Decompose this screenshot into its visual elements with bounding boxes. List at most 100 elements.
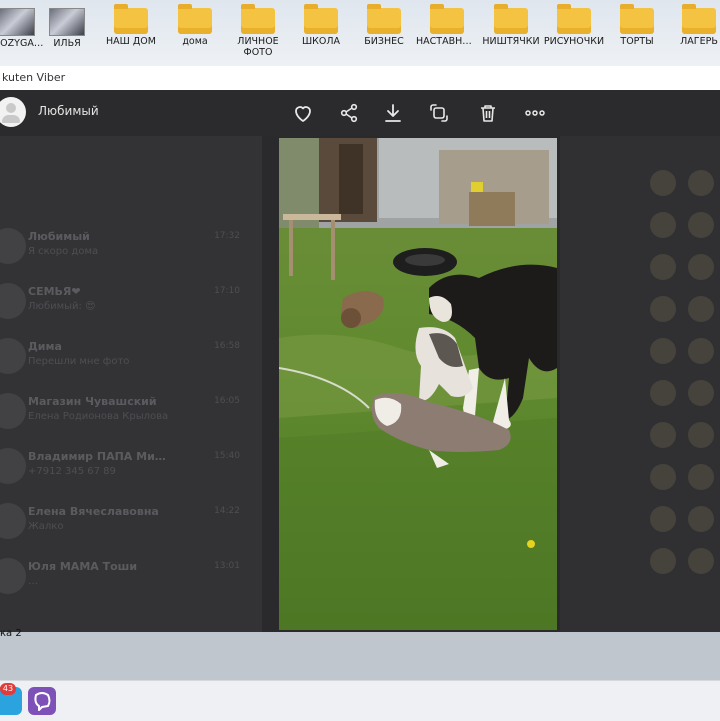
folder-icon xyxy=(304,4,338,34)
chat-list-item[interactable]: СЕМЬЯ❤ Любимый: 😍 17:10 xyxy=(0,277,250,329)
chat-name: Владимир ПАПА Ми… xyxy=(28,450,166,463)
chat-time: 16:05 xyxy=(214,396,240,406)
chat-list-item[interactable]: Юля МАМА Тоши … 13:01 xyxy=(0,552,250,604)
emoji-icon xyxy=(688,380,714,406)
emoji-icon xyxy=(688,254,714,280)
emoji-icon xyxy=(650,338,676,364)
more-button[interactable] xyxy=(523,101,547,125)
chat-list: Любимый Я скоро дома 17:32 СЕМЬЯ❤ Любимы… xyxy=(0,134,262,632)
avatar xyxy=(0,503,26,539)
chat-list-item[interactable]: Любимый Я скоро дома 17:32 xyxy=(0,222,250,274)
desktop-icon-label: РИСУНОЧКИ xyxy=(543,36,605,47)
folder-icon xyxy=(430,4,464,34)
emoji-icon xyxy=(688,338,714,364)
desktop-icon-label: ЛАГЕРЬ xyxy=(680,36,718,47)
folder-icon xyxy=(494,4,528,34)
window-titlebar[interactable]: kuten Viber xyxy=(0,66,720,91)
desktop-partial-label: ка 2 xyxy=(0,628,22,639)
emoji-icon xyxy=(650,548,676,574)
media-photo[interactable] xyxy=(279,138,557,630)
like-button[interactable] xyxy=(291,101,315,125)
desktop-folder-risunochki[interactable]: РИСУНОЧКИ xyxy=(543,4,605,62)
emoji-icon xyxy=(688,464,714,490)
contact-name: Любимый xyxy=(38,104,99,118)
chat-preview: +7912 345 67 89 xyxy=(28,466,116,477)
chat-name: Елена Вячеславовна xyxy=(28,505,159,518)
folder-icon xyxy=(114,4,148,34)
desktop-folder-nash-dom[interactable]: НАШ ДОМ xyxy=(100,4,162,62)
desktop-icon-label: НИШТЯЧКИ xyxy=(482,36,540,47)
desktop-wallpaper xyxy=(0,632,720,680)
taskbar-viber[interactable] xyxy=(28,687,56,715)
avatar xyxy=(0,393,26,429)
folder-icon xyxy=(620,4,654,34)
folder-icon xyxy=(682,4,716,34)
avatar xyxy=(0,558,26,594)
image-thumbnail-icon xyxy=(0,8,35,36)
emoji-icon xyxy=(650,212,676,238)
emoji-icon xyxy=(688,422,714,448)
desktop-folder-lager[interactable]: ЛАГЕРЬ xyxy=(668,4,720,62)
chat-list-item[interactable]: Елена Вячеславовна Жалко 14:22 xyxy=(0,497,250,549)
image-thumbnail-icon xyxy=(49,8,85,36)
desktop-folder-doma[interactable]: дома xyxy=(164,4,226,62)
viber-icon xyxy=(34,692,51,711)
avatar xyxy=(0,448,26,484)
emoji-icon xyxy=(650,296,676,322)
emoji-icon xyxy=(688,506,714,532)
dogs-in-yard-photo xyxy=(279,138,557,630)
share-icon xyxy=(340,103,358,123)
desktop-folder-shkola[interactable]: ШКОЛА xyxy=(290,4,352,62)
chat-name: Юля МАМА Тоши xyxy=(28,560,138,573)
chat-name: Любимый xyxy=(28,230,90,243)
desktop-icon-strip: …OZYGA… ИЛЬЯ НАШ ДОМ дома ЛИЧНОЕ ФОТО ШК… xyxy=(0,0,720,66)
folder-icon xyxy=(241,4,275,34)
desktop-icon-ilya[interactable]: ИЛЬЯ xyxy=(36,4,98,62)
delete-button[interactable] xyxy=(476,101,500,125)
desktop-icon-label: ИЛЬЯ xyxy=(53,38,81,49)
contact-avatar[interactable] xyxy=(0,97,26,127)
chat-list-item[interactable]: Владимир ПАПА Ми… +7912 345 67 89 15:40 xyxy=(0,442,250,494)
desktop-folder-biznes[interactable]: БИЗНЕС xyxy=(353,4,415,62)
chat-time: 17:32 xyxy=(214,231,240,241)
avatar xyxy=(0,228,26,264)
chat-preview: Я скоро дома xyxy=(28,246,99,257)
download-icon xyxy=(385,104,401,122)
unread-badge: 43 xyxy=(0,683,16,695)
desktop-icon-label: БИЗНЕС xyxy=(364,36,404,47)
chat-preview: Любимый: 😍 xyxy=(28,301,96,312)
chat-preview: Жалко xyxy=(28,521,64,532)
forward-icon xyxy=(430,104,448,122)
avatar xyxy=(0,283,26,319)
emoji-icon xyxy=(650,422,676,448)
forward-button[interactable] xyxy=(427,101,451,125)
chat-name: Магазин Чувашский xyxy=(28,395,157,408)
emoji-icon xyxy=(650,380,676,406)
share-button[interactable] xyxy=(337,101,361,125)
desktop-icon-label: НАШ ДОМ xyxy=(106,36,156,47)
emoji-icon xyxy=(650,170,676,196)
window-title: kuten Viber xyxy=(2,71,66,84)
desktop-icon-label: ШКОЛА xyxy=(301,36,341,47)
chat-preview: Елена Родионова Крылова… xyxy=(28,411,168,422)
download-button[interactable] xyxy=(381,101,405,125)
media-viewer-header: Любимый xyxy=(0,90,720,136)
desktop-folder-torty[interactable]: ТОРТЫ xyxy=(606,4,668,62)
taskbar: 43 xyxy=(0,680,720,721)
emoji-icon xyxy=(688,296,714,322)
chat-time: 14:22 xyxy=(214,506,240,516)
emoji-icon xyxy=(688,212,714,238)
desktop-folder-lichnoe-foto[interactable]: ЛИЧНОЕ ФОТО xyxy=(227,4,289,62)
chat-list-item[interactable]: Магазин Чувашский Елена Родионова Крылов… xyxy=(0,387,250,439)
chat-preview: Перешли мне фото xyxy=(28,356,130,367)
chat-time: 13:01 xyxy=(214,561,240,571)
folder-icon xyxy=(557,4,591,34)
desktop-icon-label: ЛИЧНОЕ ФОТО xyxy=(237,36,279,58)
desktop-folder-nishtyachki[interactable]: НИШТЯЧКИ xyxy=(480,4,542,62)
taskbar-telegram[interactable]: 43 xyxy=(0,683,22,715)
chat-preview: … xyxy=(28,576,38,587)
desktop-folder-nastavni[interactable]: НАСТАВНИ… xyxy=(416,4,478,62)
chat-list-item[interactable]: Дима Перешли мне фото 16:58 xyxy=(0,332,250,384)
folder-icon xyxy=(367,4,401,34)
emoji-icon xyxy=(688,548,714,574)
